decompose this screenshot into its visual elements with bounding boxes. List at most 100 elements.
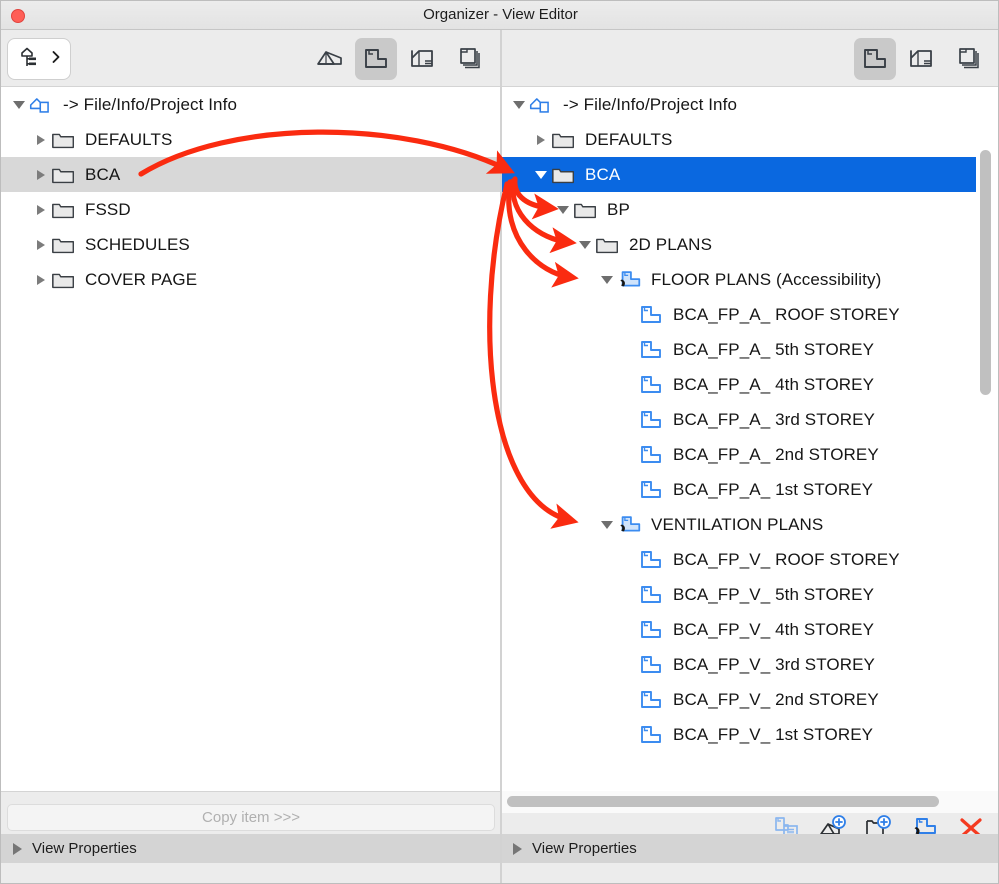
disclosure-triangle-down-icon[interactable] — [577, 227, 593, 262]
section-icon[interactable] — [401, 38, 443, 80]
tree-row[interactable]: BCA_FP_A_ 1st STOREY — [501, 472, 998, 507]
tree-row[interactable]: BCA — [1, 157, 501, 192]
left-view-properties-bar[interactable]: View Properties — [1, 834, 501, 863]
view-icon — [639, 479, 665, 501]
tree-row[interactable]: BCA_FP_A_ 4th STOREY — [501, 367, 998, 402]
view-icon — [639, 374, 665, 396]
tree-row[interactable]: 2D PLANS — [501, 227, 998, 262]
layout-sheets-icon[interactable] — [946, 38, 988, 80]
horizontal-scrollbar-thumb[interactable] — [507, 796, 939, 807]
view-icon — [639, 409, 665, 431]
tree-row[interactable]: BCA_FP_V_ 3rd STOREY — [501, 647, 998, 682]
organizer-view-editor-window: Organizer - View Editor -> File/Info/Pro… — [0, 0, 999, 884]
view-map-icon — [18, 45, 40, 74]
horizontal-scrollbar[interactable] — [501, 791, 998, 813]
layout-sheets-icon[interactable] — [447, 38, 489, 80]
tree-row[interactable]: VENTILATION PLANS — [501, 507, 998, 542]
tree-row-label: FSSD — [85, 199, 131, 219]
tree-row[interactable]: BCA_FP_V_ 4th STOREY — [501, 612, 998, 647]
tree-row[interactable]: -> File/Info/Project Info — [501, 87, 998, 122]
tree-row-label: BCA — [585, 164, 621, 184]
view-clone-icon — [617, 514, 643, 536]
disclosure-spacer — [621, 717, 637, 752]
tree-row[interactable]: BCA_FP_V_ 2nd STOREY — [501, 682, 998, 717]
tree-row[interactable]: BCA_FP_A_ ROOF STOREY — [501, 297, 998, 332]
tree-row-label: BCA — [85, 164, 121, 184]
tree-row-label: VENTILATION PLANS — [651, 514, 824, 534]
folder-icon — [551, 164, 577, 186]
folder-icon — [51, 164, 77, 186]
disclosure-triangle-down-icon[interactable] — [533, 157, 549, 192]
tree-row[interactable]: BCA — [501, 157, 998, 192]
tree-row[interactable]: BCA_FP_V_ 1st STOREY — [501, 717, 998, 752]
disclosure-triangle-down-icon[interactable] — [599, 262, 615, 297]
view-icon — [639, 304, 665, 326]
tree-row[interactable]: BCA_FP_A_ 5th STOREY — [501, 332, 998, 367]
tree-row[interactable]: BCA_FP_A_ 2nd STOREY — [501, 437, 998, 472]
tree-row-label: BCA_FP_V_ 4th STOREY — [673, 619, 875, 639]
section-icon[interactable] — [900, 38, 942, 80]
tree-row[interactable]: FSSD — [1, 192, 501, 227]
right-panel: -> File/Info/Project Info DEFAULTS BCA BP 2D… — [501, 30, 998, 883]
floor-plan-icon[interactable] — [355, 38, 397, 80]
folder-icon — [551, 129, 577, 151]
vertical-scrollbar[interactable] — [976, 87, 998, 782]
tree-row-label: BCA_FP_A_ 4th STOREY — [673, 374, 875, 394]
panel-divider[interactable] — [500, 30, 502, 883]
view-map-selector-button[interactable] — [7, 38, 71, 80]
disclosure-triangle-right-icon[interactable] — [33, 122, 49, 157]
tree-row-label: BCA_FP_V_ 1st STOREY — [673, 724, 874, 744]
tree-row[interactable]: DEFAULTS — [1, 122, 501, 157]
folder-icon — [573, 199, 599, 221]
disclosure-triangle-right-icon[interactable] — [33, 192, 49, 227]
tree-row-label: FLOOR PLANS (Accessibility) — [651, 269, 882, 289]
3d-view-icon[interactable] — [309, 38, 351, 80]
tree-row[interactable]: DEFAULTS — [501, 122, 998, 157]
view-icon — [639, 619, 665, 641]
disclosure-triangle-down-icon[interactable] — [11, 87, 27, 122]
tree-row-label: DEFAULTS — [85, 129, 173, 149]
tree-row[interactable]: COVER PAGE — [1, 262, 501, 297]
tree-row[interactable]: FLOOR PLANS (Accessibility) — [501, 262, 998, 297]
tree-row[interactable]: -> File/Info/Project Info — [1, 87, 501, 122]
tree-row[interactable]: SCHEDULES — [1, 227, 501, 262]
disclosure-triangle-right-icon[interactable] — [33, 227, 49, 262]
vertical-scrollbar-thumb[interactable] — [980, 150, 991, 395]
floor-plan-icon[interactable] — [854, 38, 896, 80]
disclosure-triangle-down-icon[interactable] — [555, 192, 571, 227]
left-bottom-strip — [1, 863, 501, 883]
disclosure-spacer — [621, 577, 637, 612]
copy-item-button[interactable]: Copy item >>> — [7, 804, 495, 831]
view-properties-label: View Properties — [32, 840, 137, 857]
tree-row[interactable]: BP — [501, 192, 998, 227]
disclosure-triangle-right-icon[interactable] — [33, 262, 49, 297]
tree-row[interactable]: BCA_FP_A_ 3rd STOREY — [501, 402, 998, 437]
disclosure-triangle-down-icon[interactable] — [599, 507, 615, 542]
left-toolbar-icon-group — [309, 38, 489, 80]
project-info-icon — [529, 94, 555, 116]
tree-row[interactable]: BCA_FP_V_ ROOF STOREY — [501, 542, 998, 577]
disclosure-triangle-right-icon[interactable] — [533, 122, 549, 157]
right-view-properties-bar[interactable]: View Properties — [501, 834, 998, 863]
disclosure-triangle-right-icon[interactable] — [33, 157, 49, 192]
right-toolbar-icon-group — [854, 38, 988, 80]
chevron-right-icon — [51, 50, 61, 69]
left-tree[interactable]: -> File/Info/Project Info DEFAULTS BCA FSSD… — [1, 87, 501, 791]
tree-row[interactable]: BCA_FP_V_ 5th STOREY — [501, 577, 998, 612]
chevron-right-icon — [13, 842, 22, 855]
disclosure-triangle-down-icon[interactable] — [511, 87, 527, 122]
right-tree[interactable]: -> File/Info/Project Info DEFAULTS BCA BP 2D… — [501, 87, 998, 782]
